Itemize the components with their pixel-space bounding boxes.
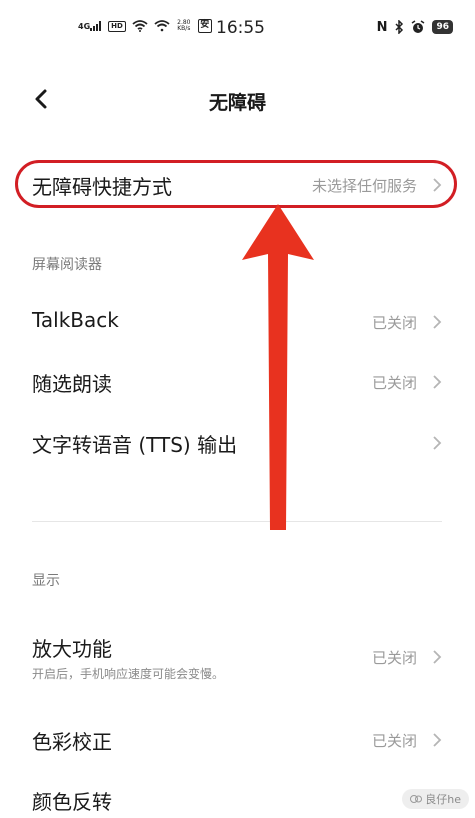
chevron-right-icon — [433, 375, 442, 389]
chevron-right-icon — [433, 650, 442, 664]
select-to-speak-label: 随选朗读 — [32, 372, 112, 396]
hd-voice-icon: HD — [108, 20, 126, 32]
talkback-label: TalkBack — [32, 308, 119, 332]
cellular-signal-icon: 4G — [78, 19, 102, 33]
security-icon: 安 — [197, 19, 212, 33]
magnification-description: 开启后，手机响应速度可能会变慢。 — [32, 667, 225, 681]
section-header-display: 显示 — [32, 573, 60, 589]
status-left-icons: 4G HD 2.80 KB/s 安 — [78, 19, 212, 33]
talkback-value: 已关闭 — [371, 314, 417, 332]
color-correction-row[interactable]: 色彩校正 已关闭 — [0, 714, 475, 764]
watermark-logo-icon — [410, 795, 423, 803]
magnification-row[interactable]: 放大功能 开启后，手机响应速度可能会变慢。 已关闭 — [0, 625, 475, 689]
chevron-right-icon — [433, 315, 442, 329]
bluetooth-icon — [394, 20, 404, 34]
section-divider — [32, 521, 442, 522]
battery-icon: 96 — [432, 20, 453, 34]
clock: 16:55 — [216, 18, 265, 38]
color-correction-value: 已关闭 — [371, 732, 417, 750]
wifi-icon — [132, 19, 148, 33]
watermark-text: 良仔he — [425, 793, 461, 806]
watermark: 良仔he — [402, 789, 469, 809]
color-inversion-label: 颜色反转 — [32, 790, 112, 814]
alarm-clock-icon — [411, 20, 425, 34]
annotation-arrow-icon — [242, 204, 314, 530]
tts-output-label: 文字转语音 (TTS) 输出 — [32, 433, 238, 457]
status-bar: 4G HD 2.80 KB/s 安 16:55 N 96 — [0, 0, 475, 58]
annotation-highlight-ring — [15, 160, 457, 208]
section-header-screen-reader: 屏幕阅读器 — [32, 257, 102, 273]
status-right-icons: N 96 — [376, 19, 453, 35]
page-title: 无障碍 — [208, 92, 266, 114]
color-correction-label: 色彩校正 — [32, 730, 112, 754]
wifi-icon-secondary — [154, 19, 170, 33]
chevron-right-icon — [433, 733, 442, 747]
magnification-label: 放大功能 — [32, 637, 112, 661]
nfc-icon: N — [376, 19, 388, 35]
chevron-right-icon — [433, 436, 442, 450]
select-to-speak-value: 已关闭 — [371, 374, 417, 392]
magnification-value: 已关闭 — [371, 649, 417, 667]
network-speed: 2.80 KB/s — [177, 19, 191, 32]
